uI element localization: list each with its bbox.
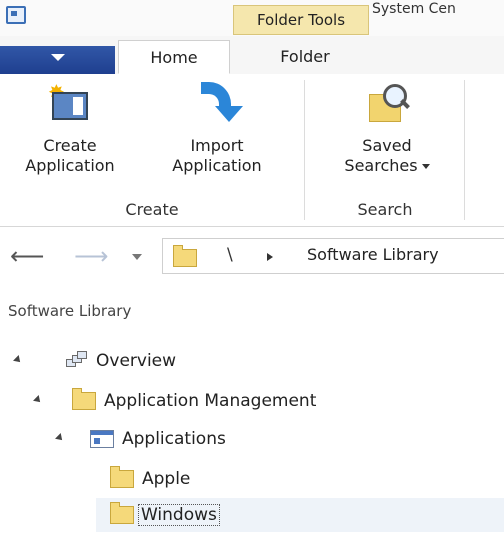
applications-icon [90, 430, 114, 448]
folder-icon [110, 502, 134, 524]
tree-item-label: Applications [122, 429, 226, 449]
breadcrumb-separator-icon[interactable] [267, 253, 273, 261]
folder-tools-context-tab[interactable]: Folder Tools [233, 5, 369, 35]
tree-item-label: Application Management [104, 391, 317, 411]
recent-locations-dropdown-icon[interactable] [132, 254, 142, 260]
create-application-label-line2: Application [25, 156, 115, 175]
breadcrumb-software-library[interactable]: Software Library [307, 245, 439, 264]
tab-home[interactable]: Home [118, 40, 230, 74]
ribbon: ✸ Create Application Import Application … [0, 74, 504, 227]
import-application-label-line1: Import [190, 136, 244, 155]
folder-icon [173, 245, 197, 267]
saved-searches-icon [363, 82, 411, 128]
tree-item-label: Overview [96, 351, 177, 371]
forward-arrow-icon[interactable]: ⟶ [74, 244, 108, 268]
chevron-down-icon [51, 54, 65, 61]
ribbon-separator [464, 80, 465, 220]
search-group-label: Search [357, 200, 413, 219]
tree-item-windows[interactable]: Windows [110, 498, 220, 532]
tree-item-apple[interactable]: Apple [110, 462, 190, 496]
app-icon[interactable] [6, 6, 26, 24]
window-title: System Cen [372, 1, 456, 17]
import-application-button[interactable]: Import Application [158, 82, 276, 176]
create-application-icon: ✸ [46, 82, 94, 128]
create-application-label-line1: Create [43, 136, 97, 155]
tab-folder[interactable]: Folder [232, 40, 378, 74]
saved-searches-label-line1: Saved [362, 136, 412, 155]
ribbon-tab-row: Home Folder [0, 36, 504, 75]
back-arrow-icon[interactable]: ⟵ [10, 244, 44, 268]
folder-icon [72, 388, 96, 410]
ribbon-separator [304, 80, 305, 220]
tree-item-label: Windows [138, 504, 220, 526]
expand-triangle-icon[interactable] [55, 433, 65, 443]
saved-searches-button[interactable]: Saved Searches [322, 82, 452, 176]
import-arrow-icon [193, 82, 243, 128]
create-application-button[interactable]: ✸ Create Application [18, 82, 122, 176]
expand-triangle-icon[interactable] [33, 395, 43, 405]
navigation-pane-title: Software Library [8, 302, 132, 320]
overview-icon [66, 351, 88, 371]
expand-triangle-icon[interactable] [13, 355, 23, 365]
import-application-label-line2: Application [172, 156, 262, 175]
dropdown-caret-icon [421, 164, 430, 169]
breadcrumb-root[interactable]: \ [227, 245, 233, 265]
file-menu-button[interactable] [0, 46, 115, 74]
breadcrumb[interactable]: \ Software Library [162, 238, 504, 274]
saved-searches-label-line2: Searches [344, 156, 418, 175]
tree-item-label: Apple [142, 469, 191, 489]
create-group-label: Create [125, 200, 179, 219]
title-bar: Folder Tools System Cen [0, 0, 504, 36]
folder-icon [110, 466, 134, 488]
address-bar: ⟵ ⟶ \ Software Library [0, 234, 504, 278]
